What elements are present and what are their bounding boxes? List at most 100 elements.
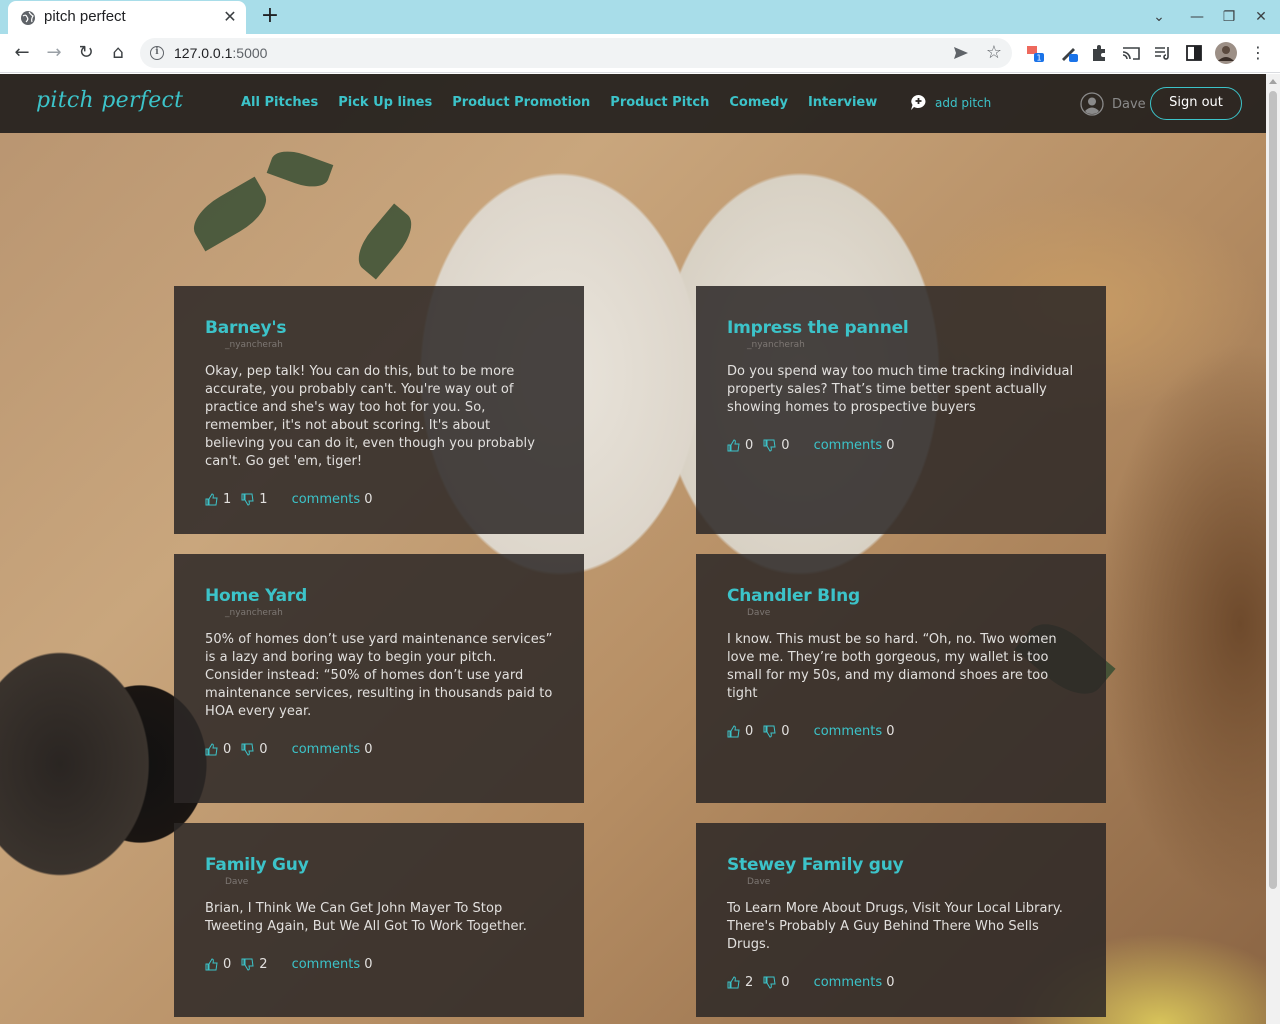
pitch-body: 50% of homes don’t use yard maintenance … [205, 632, 553, 719]
pitch-actions: 0 2 comments 0 [205, 957, 553, 972]
site-navbar: pitch perfect All Pitches Pick Up lines … [0, 74, 1266, 133]
comments-link[interactable]: comments 0 [292, 492, 373, 507]
pitch-card: Home Yard _nyancherah 50% of homes don’t… [174, 554, 584, 803]
pitch-author: Dave [225, 877, 249, 887]
extension-icon[interactable]: 1 [1025, 43, 1045, 63]
comments-link[interactable]: comments 0 [814, 975, 895, 990]
thumbs-up-icon[interactable] [727, 439, 740, 452]
scrollbar-thumb[interactable] [1269, 91, 1277, 889]
likes-count: 0 [745, 438, 754, 453]
site-info-icon[interactable]: i [150, 46, 164, 60]
browser-tab-strip: pitch perfect ✕ + ⌄ — ❐ ✕ [0, 0, 1280, 34]
likes-count: 0 [223, 957, 232, 972]
thumbs-down-icon[interactable] [241, 493, 254, 506]
thumbs-down-icon[interactable] [763, 976, 776, 989]
pitch-title[interactable]: Family Guy [205, 855, 553, 875]
dislikes-count: 0 [781, 975, 790, 990]
comments-link[interactable]: comments 0 [814, 438, 895, 453]
address-bar[interactable]: i 127.0.0.1:5000 ☆ [140, 38, 1012, 68]
likes-count: 0 [223, 742, 232, 757]
tab-close-icon[interactable]: ✕ [222, 9, 238, 25]
tab-title: pitch perfect [44, 8, 126, 25]
pitch-body: To Learn More About Drugs, Visit Your Lo… [727, 901, 1063, 952]
add-pitch-label: add pitch [935, 95, 992, 110]
dislikes-count: 0 [781, 724, 790, 739]
reload-icon[interactable]: ↻ [75, 42, 97, 64]
thumbs-up-icon[interactable] [727, 976, 740, 989]
comments-link[interactable]: comments 0 [814, 724, 895, 739]
thumbs-down-icon[interactable] [241, 743, 254, 756]
bookmark-star-icon[interactable]: ☆ [986, 42, 1002, 63]
back-icon[interactable]: ← [11, 42, 33, 64]
nav-link-product-promotion[interactable]: Product Promotion [452, 95, 590, 110]
pitch-actions: 0 0 comments 0 [727, 438, 1075, 453]
cast-icon[interactable] [1121, 43, 1141, 63]
dislikes-count: 0 [781, 438, 790, 453]
pitch-card: Family Guy Dave Brian, I Think We Can Ge… [174, 823, 584, 1017]
pitch-author: Dave [747, 877, 771, 887]
user-profile[interactable]: Dave [1080, 92, 1146, 116]
pitch-title[interactable]: Impress the pannel [727, 318, 1075, 338]
pitch-actions: 1 1 comments 0 [205, 492, 553, 507]
likes-count: 1 [223, 492, 232, 507]
thumbs-down-icon[interactable] [763, 725, 776, 738]
comments-link[interactable]: comments 0 [292, 742, 373, 757]
thumbs-up-icon[interactable] [205, 958, 218, 971]
page-viewport: pitch perfect All Pitches Pick Up lines … [0, 74, 1266, 1024]
chrome-menu-icon[interactable]: ⋮ [1247, 42, 1269, 64]
pitch-title[interactable]: Home Yard [205, 586, 553, 606]
site-logo[interactable]: pitch perfect [36, 88, 183, 113]
thumbs-up-icon[interactable] [205, 743, 218, 756]
pitch-card: Stewey Family guy Dave To Learn More Abo… [696, 823, 1106, 1017]
tab-search-icon[interactable]: ⌄ [1150, 8, 1168, 26]
forward-icon[interactable]: → [43, 42, 65, 64]
pitch-author: Dave [747, 608, 771, 618]
close-window-icon[interactable]: ✕ [1252, 8, 1270, 26]
category-links: All Pitches Pick Up lines Product Promot… [241, 95, 877, 110]
dislikes-count: 1 [259, 492, 268, 507]
nav-link-all-pitches[interactable]: All Pitches [241, 95, 318, 110]
home-icon[interactable]: ⌂ [107, 42, 129, 64]
nav-link-pick-up-lines[interactable]: Pick Up lines [338, 95, 432, 110]
pitch-card: Impress the pannel _nyancherah Do you sp… [696, 286, 1106, 534]
background-leaf [349, 203, 421, 280]
pitch-body: I know. This must be so hard. “Oh, no. T… [727, 632, 1057, 701]
pitch-author: _nyancherah [225, 340, 283, 350]
pitch-title[interactable]: Stewey Family guy [727, 855, 1075, 875]
side-panel-icon[interactable] [1184, 43, 1204, 63]
profile-avatar-icon[interactable] [1214, 41, 1238, 65]
pen-extension-icon[interactable] [1059, 43, 1079, 63]
new-tab-icon[interactable]: + [259, 5, 281, 28]
thumbs-up-icon[interactable] [205, 493, 218, 506]
send-icon[interactable] [952, 44, 970, 62]
thumbs-down-icon[interactable] [763, 439, 776, 452]
restore-icon[interactable]: ❐ [1220, 8, 1238, 26]
thumbs-down-icon[interactable] [241, 958, 254, 971]
browser-tab[interactable]: pitch perfect ✕ [8, 1, 246, 34]
background-leaf [266, 144, 334, 194]
thumbs-up-icon[interactable] [727, 725, 740, 738]
chat-plus-icon [911, 95, 926, 110]
user-avatar-icon [1080, 92, 1104, 116]
scroll-up-arrow-icon[interactable] [1269, 79, 1277, 84]
minimize-icon[interactable]: — [1188, 8, 1206, 26]
add-pitch-link[interactable]: add pitch [910, 94, 991, 111]
comments-link[interactable]: comments 0 [292, 957, 373, 972]
nav-link-interview[interactable]: Interview [808, 95, 877, 110]
nav-link-product-pitch[interactable]: Product Pitch [610, 95, 709, 110]
puzzle-extensions-icon[interactable] [1089, 43, 1109, 63]
pitch-title[interactable]: Barney's [205, 318, 553, 338]
globe-icon [21, 11, 35, 25]
pitch-actions: 0 0 comments 0 [205, 742, 553, 757]
dislikes-count: 2 [259, 957, 268, 972]
sign-out-button[interactable]: Sign out [1150, 87, 1242, 120]
likes-count: 2 [745, 975, 754, 990]
media-queue-icon[interactable] [1153, 43, 1173, 63]
pitch-card: Barney's _nyancherah Okay, pep talk! You… [174, 286, 584, 534]
pitch-actions: 2 0 comments 0 [727, 975, 1075, 990]
page-scrollbar[interactable] [1266, 74, 1280, 1024]
pitch-body: Do you spend way too much time tracking … [727, 364, 1074, 415]
dislikes-count: 0 [259, 742, 268, 757]
nav-link-comedy[interactable]: Comedy [729, 95, 788, 110]
pitch-title[interactable]: Chandler BIng [727, 586, 1075, 606]
